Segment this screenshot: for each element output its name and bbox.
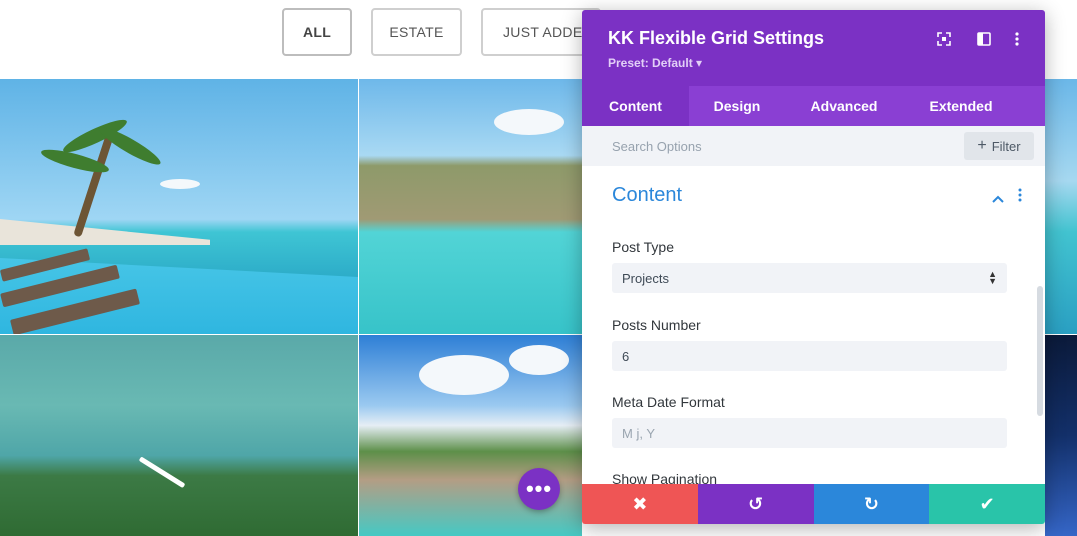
cloud bbox=[494, 109, 564, 135]
grid-photo-pool[interactable] bbox=[0, 79, 358, 334]
posts-number-label: Posts Number bbox=[612, 317, 701, 333]
chevron-up-icon[interactable] bbox=[992, 190, 1004, 206]
tab-content[interactable]: Content bbox=[582, 86, 689, 126]
module-settings-panel: KK Flexible Grid Settings Preset: Defaul… bbox=[582, 10, 1045, 524]
plus-icon: + bbox=[977, 137, 987, 154]
search-options-input[interactable] bbox=[600, 132, 950, 160]
grid-photo-night[interactable] bbox=[1045, 335, 1077, 536]
post-type-label: Post Type bbox=[612, 239, 675, 255]
expand-icon[interactable] bbox=[933, 28, 955, 50]
tab-design[interactable]: Design bbox=[689, 86, 785, 126]
post-type-value: Projects bbox=[622, 270, 669, 286]
module-actions-button[interactable]: ••• bbox=[518, 468, 560, 510]
cloud bbox=[160, 179, 200, 189]
select-arrows-icon: ▲ ▼ bbox=[988, 269, 997, 286]
filter-label: Filter bbox=[991, 138, 1021, 154]
panel-title: KK Flexible Grid Settings bbox=[608, 28, 825, 48]
cloud bbox=[419, 355, 509, 395]
meta-date-format-label: Meta Date Format bbox=[612, 394, 725, 410]
grid-photo-bay[interactable] bbox=[0, 335, 358, 536]
tab-extended[interactable]: Extended bbox=[903, 86, 1019, 126]
cloud bbox=[509, 345, 569, 375]
tab-advanced[interactable]: Advanced bbox=[785, 86, 903, 126]
undo-button[interactable]: ↺ bbox=[697, 484, 814, 524]
section-more-icon[interactable] bbox=[1018, 188, 1022, 207]
redo-button[interactable]: ↻ bbox=[813, 484, 930, 524]
panel-footer: ✖ ↺ ↻ ✔ bbox=[582, 484, 1045, 524]
show-pagination-label: Show Pagination bbox=[612, 471, 718, 484]
posts-number-input[interactable]: 6 bbox=[612, 341, 1007, 371]
preset-dropdown[interactable]: Preset: Default ▾ bbox=[608, 56, 702, 70]
grid-photo-partial[interactable] bbox=[1045, 79, 1077, 334]
section-title-content[interactable]: Content bbox=[612, 184, 682, 207]
panel-header[interactable]: KK Flexible Grid Settings Preset: Defaul… bbox=[582, 10, 1045, 86]
page: ALL ESTATE JUST ADDED ••• KK Flexible Gr… bbox=[0, 0, 1077, 536]
save-button[interactable]: ✔ bbox=[929, 484, 1045, 524]
filter-button[interactable]: + Filter bbox=[964, 132, 1034, 160]
more-vertical-icon[interactable] bbox=[1006, 28, 1028, 50]
discard-button[interactable]: ✖ bbox=[582, 484, 698, 524]
grid-photo-coastline[interactable] bbox=[359, 79, 582, 334]
filter-all-button[interactable]: ALL bbox=[282, 8, 352, 56]
meta-date-format-input[interactable]: M j, Y bbox=[612, 418, 1007, 448]
settings-body: Content Post Type Projects ▲ ▼ Posts Numb… bbox=[582, 166, 1045, 484]
scrollbar[interactable] bbox=[1037, 286, 1043, 416]
settings-tabs: Content Design Advanced Extended bbox=[582, 86, 1045, 126]
pool-deck bbox=[0, 219, 210, 245]
split-view-icon[interactable] bbox=[973, 28, 995, 50]
post-type-select[interactable]: Projects ▲ ▼ bbox=[612, 263, 1007, 293]
search-bar: + Filter bbox=[582, 126, 1045, 166]
filter-estate-button[interactable]: ESTATE bbox=[371, 8, 462, 56]
